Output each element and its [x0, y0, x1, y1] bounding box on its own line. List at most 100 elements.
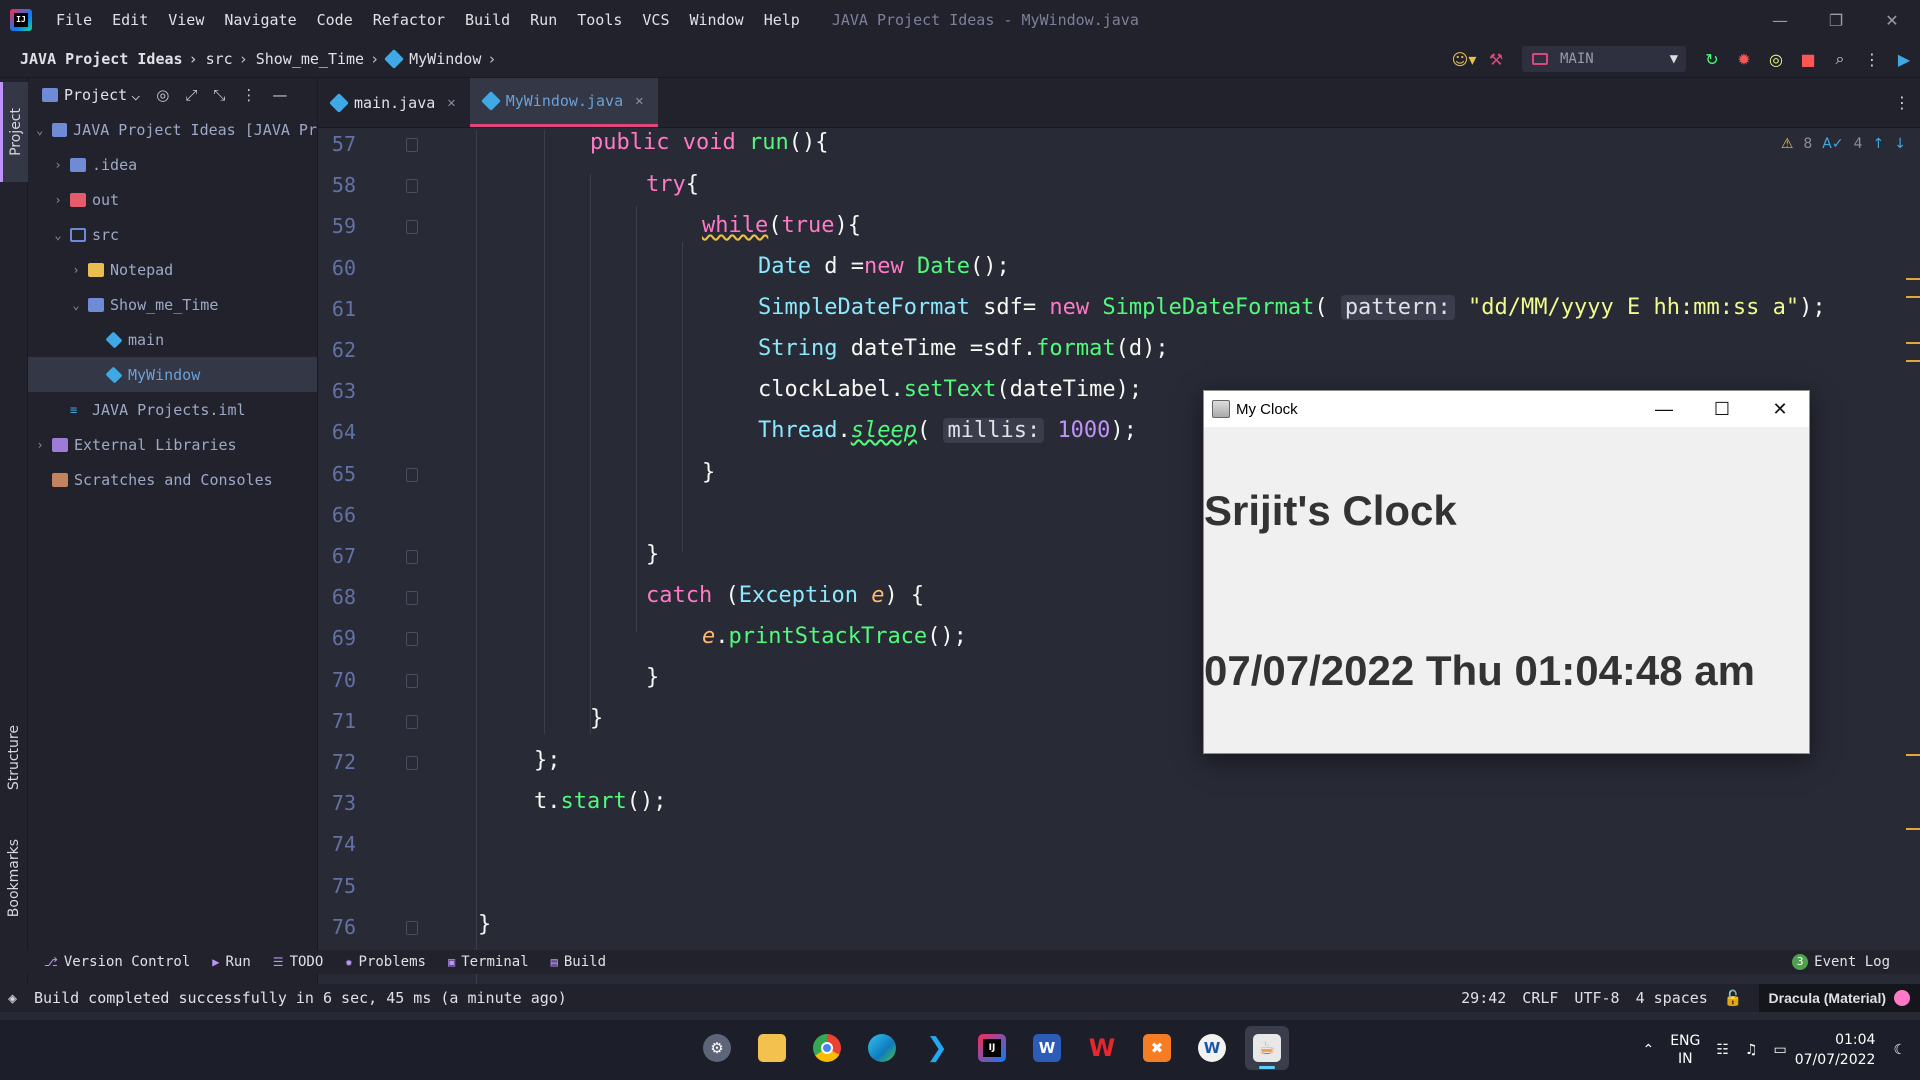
rerun-icon[interactable]: ↻ — [1696, 50, 1728, 69]
tab-mywindow-java[interactable]: MyWindow.java ✕ — [469, 78, 658, 127]
vscode-icon[interactable]: ❯ — [915, 1026, 959, 1070]
expand-all-icon[interactable]: ⤢ — [185, 86, 197, 104]
arrow-up-icon[interactable]: ↑ — [1873, 136, 1885, 152]
menu-code[interactable]: Code — [307, 11, 363, 29]
arrow-down-icon[interactable]: ↓ — [1894, 136, 1906, 152]
line-number[interactable]: 75 — [318, 874, 356, 898]
tab-main-java[interactable]: main.java ✕ — [318, 78, 470, 127]
menu-window[interactable]: Window — [680, 11, 754, 29]
line-number[interactable]: 70 — [318, 668, 356, 692]
close-icon[interactable]: ✕ — [447, 95, 455, 111]
todo-button[interactable]: ☰ TODO — [273, 954, 323, 970]
breadcrumb-package[interactable]: Show_me_Time › — [256, 50, 387, 68]
line-number[interactable]: 66 — [318, 503, 356, 527]
chrome-icon[interactable] — [805, 1026, 849, 1070]
line-number[interactable]: 62 — [318, 338, 356, 362]
problems-button[interactable]: ✹ Problems — [345, 954, 426, 970]
wifi-icon[interactable]: ☷ — [1716, 1042, 1729, 1058]
tab-project[interactable]: Project — [0, 82, 28, 182]
tab-structure[interactable]: Structure — [0, 708, 28, 808]
start-windows-icon[interactable] — [640, 1026, 684, 1070]
line-number[interactable]: 64 — [318, 420, 356, 444]
build-button[interactable]: ▤ Build — [551, 954, 606, 970]
fold-marker-icon[interactable] — [406, 179, 418, 194]
line-number[interactable]: 63 — [318, 379, 356, 403]
line-number[interactable]: 59 — [318, 214, 356, 238]
hide-icon[interactable]: — — [272, 86, 287, 104]
target-icon[interactable]: ◎ — [156, 86, 169, 104]
chevron-down-icon[interactable]: ⌄ — [68, 298, 84, 312]
fold-marker-icon[interactable] — [406, 220, 418, 235]
line-number[interactable]: 58 — [318, 173, 356, 197]
indent-setting[interactable]: 4 spaces — [1636, 989, 1708, 1007]
code-with-me-icon[interactable]: ▶ — [1888, 50, 1920, 69]
layers-icon[interactable]: ◈ — [8, 989, 17, 1007]
xampp-icon[interactable]: ✖ — [1135, 1026, 1179, 1070]
project-view-select[interactable]: Project ⌵ — [42, 86, 140, 104]
tab-options-icon[interactable]: ⋮ — [1894, 78, 1910, 127]
version-control-button[interactable]: ⎇ Version Control — [44, 954, 190, 970]
tree-item[interactable]: › Notepad — [28, 252, 317, 287]
app-w-icon[interactable]: W — [1190, 1026, 1234, 1070]
close-icon[interactable]: ✕ — [1751, 391, 1809, 427]
search-icon[interactable]: ⌕ — [1824, 49, 1856, 69]
fold-marker-icon[interactable] — [406, 756, 418, 770]
wps-icon[interactable]: W — [1080, 1026, 1124, 1070]
tree-item[interactable]: Scratches and Consoles — [28, 462, 317, 497]
tree-item[interactable]: ⌄ src — [28, 217, 317, 252]
line-number[interactable]: 72 — [318, 750, 356, 774]
file-explorer-icon[interactable] — [750, 1026, 794, 1070]
error-stripe[interactable] — [1906, 238, 1920, 938]
menu-run[interactable]: Run — [520, 11, 567, 29]
intellij-icon[interactable]: IJ — [970, 1026, 1014, 1070]
status-message[interactable]: Build completed successfully in 6 sec, 4… — [34, 989, 567, 1007]
line-separator[interactable]: CRLF — [1522, 989, 1558, 1007]
lock-icon[interactable]: 🔓 — [1724, 989, 1743, 1007]
line-number[interactable]: 60 — [318, 256, 356, 280]
run-button[interactable]: ▶ Run — [212, 954, 251, 970]
tree-item[interactable]: › External Libraries — [28, 427, 317, 462]
chevron-down-icon[interactable]: ⌄ — [50, 228, 66, 242]
more-vertical-icon[interactable]: ⋮ — [1856, 50, 1888, 69]
line-number[interactable]: 74 — [318, 832, 356, 856]
fold-marker-icon[interactable] — [406, 632, 418, 647]
line-number[interactable]: 57 — [318, 132, 356, 156]
java-app-icon[interactable]: ☕ — [1245, 1026, 1289, 1070]
restore-icon[interactable]: ❐ — [1808, 0, 1864, 40]
line-number[interactable]: 69 — [318, 626, 356, 650]
run-configuration-select[interactable]: MAIN ▼ — [1522, 46, 1686, 72]
file-encoding[interactable]: UTF-8 — [1574, 989, 1619, 1007]
chevron-right-icon[interactable]: › — [32, 438, 48, 452]
fold-marker-icon[interactable] — [406, 550, 418, 564]
fold-marker-icon[interactable] — [406, 714, 418, 729]
edge-icon[interactable] — [860, 1026, 904, 1070]
menu-build[interactable]: Build — [455, 11, 520, 29]
chevron-right-icon[interactable]: › — [68, 263, 84, 277]
line-number[interactable]: 61 — [318, 297, 356, 321]
maximize-icon[interactable]: ☐ — [1693, 391, 1751, 427]
close-icon[interactable]: ✕ — [1864, 0, 1920, 40]
tree-item[interactable]: › out — [28, 182, 317, 217]
line-number[interactable]: 67 — [318, 544, 356, 568]
tree-item[interactable]: ⌄ Show_me_Time — [28, 287, 317, 322]
caret-position[interactable]: 29:42 — [1461, 989, 1506, 1007]
volume-icon[interactable]: ♫ — [1745, 1042, 1758, 1058]
breadcrumb-src[interactable]: src › — [206, 50, 256, 68]
minimize-icon[interactable]: — — [1752, 0, 1808, 40]
chevron-right-icon[interactable]: › — [50, 193, 66, 207]
fold-marker-icon[interactable] — [406, 920, 418, 935]
close-icon[interactable]: ✕ — [635, 93, 643, 109]
settings-gear-icon[interactable]: ⚙ — [695, 1026, 739, 1070]
terminal-button[interactable]: ▣ Terminal — [448, 954, 529, 970]
collapse-all-icon[interactable]: ⤡ — [213, 86, 225, 104]
tree-item[interactable]: main — [28, 322, 317, 357]
tree-item[interactable]: ⌄ JAVA Project Ideas [JAVA Pr — [28, 112, 317, 147]
options-icon[interactable]: ⋮ — [241, 86, 256, 104]
event-log-button[interactable]: 3 Event Log — [1792, 954, 1890, 970]
tree-item[interactable]: MyWindow — [28, 357, 317, 392]
menu-view[interactable]: View — [158, 11, 214, 29]
moon-icon[interactable]: ☾ — [1893, 1042, 1906, 1058]
menu-edit[interactable]: Edit — [102, 11, 158, 29]
line-number[interactable]: 76 — [318, 915, 356, 939]
language-indicator[interactable]: ENG IN — [1670, 1032, 1700, 1068]
